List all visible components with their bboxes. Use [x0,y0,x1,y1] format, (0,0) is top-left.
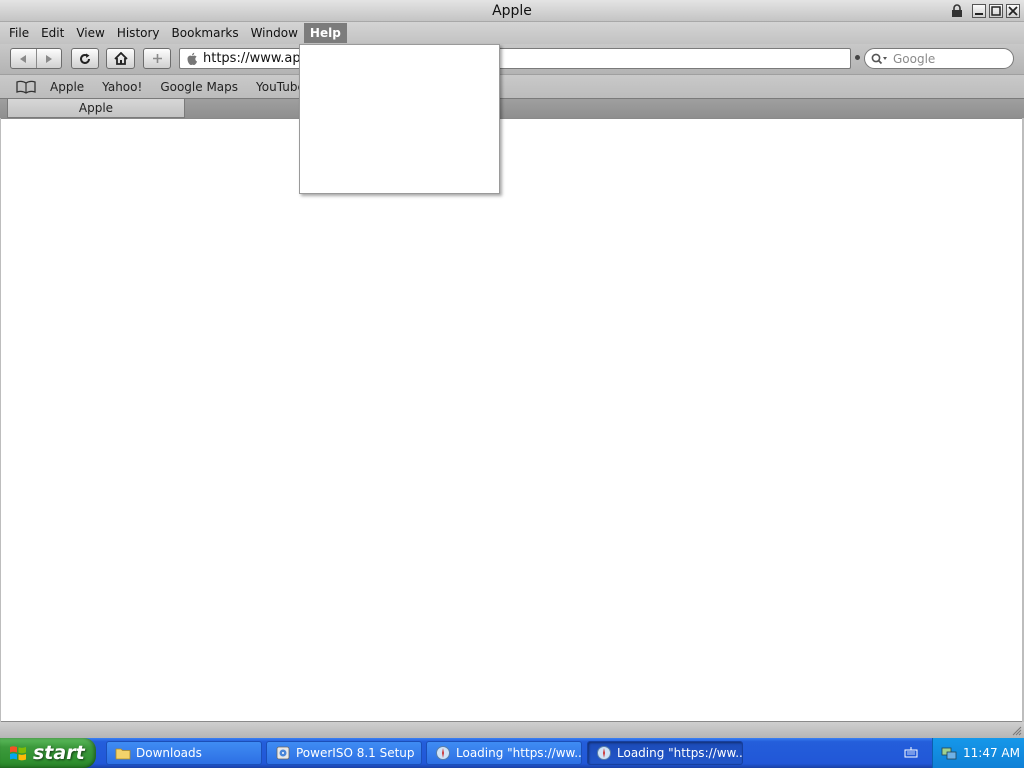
lock-icon [952,4,962,17]
menu-history[interactable]: History [111,23,166,43]
search-field[interactable] [864,48,1014,69]
bookmarks-bar: Apple Yahoo! Google Maps YouTube [0,74,1024,98]
taskbar-item-loading-1[interactable]: Loading "https://ww... [426,741,582,765]
close-button[interactable] [1006,4,1020,18]
back-arrow-icon [20,54,27,63]
menu-edit[interactable]: Edit [35,23,70,43]
maximize-icon [991,6,1001,16]
back-button[interactable] [11,49,36,68]
status-bar [0,722,1024,738]
installer-icon [276,746,290,760]
close-icon [1008,6,1018,16]
window-title: Apple [492,3,532,19]
menu-window[interactable]: Window [245,23,304,43]
task-label: Loading "https://ww... [456,746,582,760]
reload-button[interactable] [71,48,99,69]
url-text: https://www.app [203,51,309,66]
url-progress-dot [855,55,860,60]
menu-view[interactable]: View [70,23,110,43]
tab-apple[interactable]: Apple [7,99,185,118]
tab-strip: Apple [0,98,1024,118]
search-icon [871,53,887,64]
task-label: Downloads [136,746,202,760]
browser-window: Apple File Edit View History Bookmarks W… [0,0,1024,738]
resize-grip-icon[interactable] [1010,724,1022,736]
network-icon[interactable] [941,745,957,761]
bookmark-youtube[interactable]: YouTube [256,80,305,94]
bookmark-yahoo[interactable]: Yahoo! [102,80,142,94]
minimize-icon [975,13,983,15]
help-dropdown-menu[interactable] [299,44,500,194]
forward-button[interactable] [35,49,61,68]
bookmark-apple[interactable]: Apple [50,80,84,94]
title-bar[interactable]: Apple [0,0,1024,22]
menu-bookmarks[interactable]: Bookmarks [166,23,245,43]
browser-icon [597,746,611,760]
system-tray: 11:47 AM [932,738,1024,768]
address-bar[interactable]: https://www.app [179,48,851,69]
forward-arrow-icon [45,54,52,63]
back-forward-group [10,48,62,69]
menu-file[interactable]: File [3,23,35,43]
clock[interactable]: 11:47 AM [963,746,1020,760]
home-button[interactable] [106,48,135,69]
taskbar-item-loading-2[interactable]: Loading "https://ww... [587,741,743,765]
minimize-button[interactable] [972,4,986,18]
window-controls [951,4,1020,18]
task-label: PowerISO 8.1 Setup [296,746,415,760]
task-label: Loading "https://ww... [617,746,743,760]
maximize-button[interactable] [989,4,1003,18]
taskbar-item-poweriso[interactable]: PowerISO 8.1 Setup [266,741,422,765]
add-bookmark-button[interactable] [143,48,171,69]
windows-logo-icon [10,746,26,761]
page-content[interactable] [1,118,1022,722]
taskbar: start Downloads PowerISO 8.1 Setup Loadi… [0,738,1024,768]
start-label: start [33,742,85,764]
plus-icon [152,54,162,63]
home-icon [113,52,128,65]
menu-bar: File Edit View History Bookmarks Window … [0,22,1024,44]
start-button[interactable]: start [0,738,96,768]
keyboard-layout-icon[interactable] [901,742,921,764]
bookmarks-book-icon[interactable] [16,80,36,94]
menu-help[interactable]: Help [303,23,347,43]
reload-icon [80,53,90,64]
search-input[interactable] [893,51,1005,66]
site-favicon-apple-icon [187,52,197,65]
taskbar-item-downloads[interactable]: Downloads [106,741,262,765]
browser-icon [436,746,450,760]
bookmark-google-maps[interactable]: Google Maps [160,80,238,94]
folder-icon [115,748,131,760]
